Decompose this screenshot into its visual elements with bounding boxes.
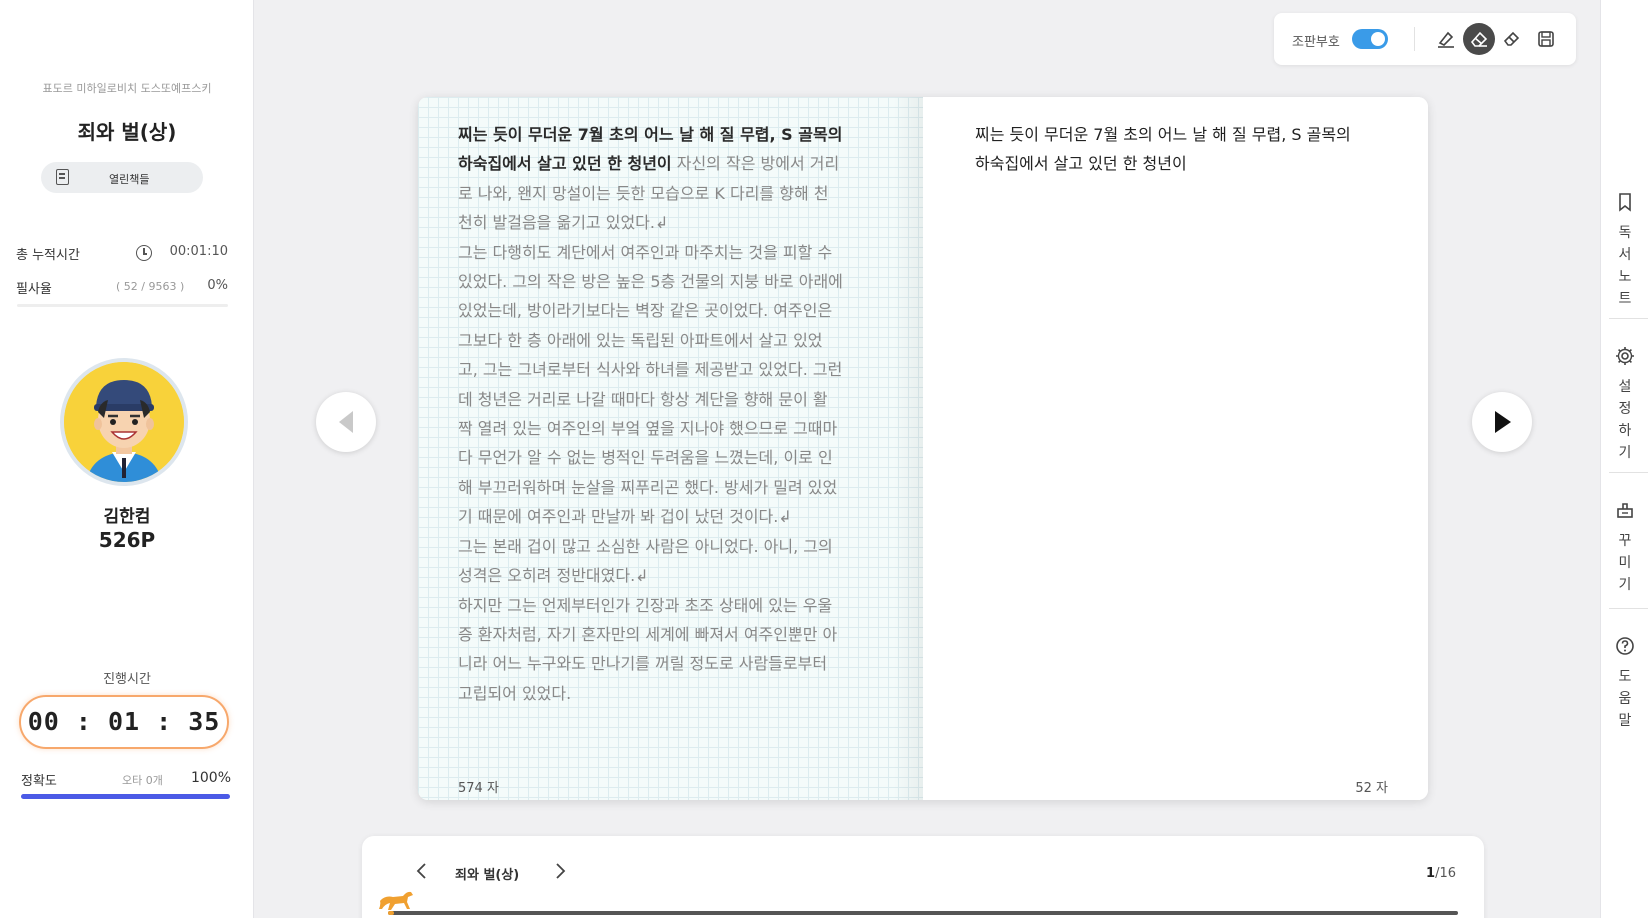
progress-track bbox=[388, 911, 1458, 915]
reference-page: 찌는 듯이 무더운 7월 초의 어느 날 해 질 무렵, S 골목의 하숙집에서… bbox=[418, 97, 923, 800]
page-indicator: 1/16 bbox=[1426, 866, 1456, 881]
right-rail: 독 서 노 트 설 정 하 기 꾸 미 기 도 움 말 bbox=[1600, 0, 1648, 918]
highlighter-icon bbox=[1438, 31, 1454, 48]
prev-page-button[interactable] bbox=[316, 392, 376, 452]
rail-item-reading-notes[interactable]: 독 서 노 트 bbox=[1601, 192, 1648, 310]
triangle-right-icon bbox=[1495, 411, 1511, 433]
transcribe-progress-bar bbox=[17, 304, 228, 307]
book-author: 표도르 미하일로비치 도스또예프스키 bbox=[42, 82, 212, 95]
book-spread: 찌는 듯이 무더운 7월 초의 어느 날 해 질 무렵, S 골목의 하숙집에서… bbox=[418, 97, 1428, 800]
help-icon bbox=[1616, 637, 1634, 655]
rail-label-settings: 설 정 하 기 bbox=[1618, 379, 1632, 461]
eraser-outline-icon bbox=[1503, 31, 1520, 46]
user-points: 526P bbox=[98, 528, 156, 552]
open-books-button[interactable]: 열린책들 bbox=[41, 162, 203, 193]
open-books-label: 열린책들 bbox=[109, 173, 150, 186]
progress-timer: 00 : 01 : 35 bbox=[19, 695, 229, 749]
decorate-icon bbox=[1617, 503, 1633, 518]
left-sidebar: 표도르 미하일로비치 도스또예프스키 죄와 벌(상) 열린책들 총 누적시간 0… bbox=[0, 0, 254, 918]
next-page-button[interactable] bbox=[1472, 392, 1532, 452]
user-name: 김한컴 bbox=[103, 507, 151, 527]
rail-item-settings[interactable]: 설 정 하 기 bbox=[1601, 346, 1648, 464]
rail-divider bbox=[1609, 608, 1648, 609]
rail-item-help[interactable]: 도 움 말 bbox=[1601, 636, 1648, 732]
rail-divider bbox=[1609, 472, 1648, 473]
chevron-left-icon[interactable] bbox=[413, 862, 431, 880]
book-title: 죄와 벌(상) bbox=[77, 120, 177, 144]
reference-char-count: 574 자 bbox=[458, 781, 499, 796]
proofmark-label: 조판부호 bbox=[1292, 35, 1340, 50]
top-toolbar: 조판부호 bbox=[1274, 13, 1576, 65]
eraser-button[interactable] bbox=[1463, 23, 1495, 55]
highlighter-button[interactable] bbox=[1430, 23, 1462, 55]
typed-char-count: 52 자 bbox=[1355, 781, 1388, 796]
total-time-label: 총 누적시간 bbox=[16, 248, 80, 263]
typed-text[interactable]: 찌는 듯이 무더운 7월 초의 어느 날 해 질 무렵, S 골목의 하숙집에서… bbox=[975, 120, 1385, 179]
accuracy-percent: 100% bbox=[190, 770, 231, 786]
horse-icon[interactable] bbox=[377, 887, 415, 913]
eraser-icon bbox=[1470, 31, 1488, 47]
reference-remaining-portion: 자신의 작은 방에서 거리 로 나와, 왠지 망설이는 듯한 모습으로 K 다리… bbox=[458, 154, 843, 703]
rail-divider bbox=[1609, 318, 1648, 319]
chapter-title: 죄와 벌(상) bbox=[455, 868, 520, 883]
chevron-right-icon[interactable] bbox=[551, 862, 569, 880]
total-time-value: 00:01:10 bbox=[169, 244, 228, 259]
gear-icon bbox=[1616, 347, 1634, 365]
total-time-row: 총 누적시간 00:01:10 bbox=[16, 244, 228, 263]
eraser-outline-button[interactable] bbox=[1496, 23, 1528, 55]
triangle-left-icon bbox=[339, 411, 353, 433]
progress-time-label: 진행시간 bbox=[103, 672, 151, 687]
accuracy-progress-bar bbox=[21, 794, 230, 799]
reference-text: 찌는 듯이 무더운 7월 초의 어느 날 해 질 무렵, S 골목의 하숙집에서… bbox=[458, 120, 868, 708]
typing-page[interactable]: 찌는 듯이 무더운 7월 초의 어느 날 해 질 무렵, S 골목의 하숙집에서… bbox=[923, 97, 1428, 800]
avatar-illustration bbox=[64, 362, 184, 482]
transcribe-ratio: ( 52 / 9563 ) bbox=[116, 280, 185, 293]
save-icon bbox=[1538, 31, 1554, 47]
page-current: 1 bbox=[1426, 866, 1436, 881]
proofmark-toggle[interactable] bbox=[1352, 29, 1388, 49]
bookmark-icon bbox=[1619, 193, 1631, 212]
bottom-progress-bar: 죄와 벌(상) 1/16 bbox=[362, 836, 1484, 918]
rail-label-decorate: 꾸 미 기 bbox=[1618, 533, 1632, 593]
avatar bbox=[60, 358, 188, 486]
page-total: /16 bbox=[1435, 866, 1456, 881]
transcribe-percent: 0% bbox=[207, 278, 228, 293]
rail-item-decorate[interactable]: 꾸 미 기 bbox=[1601, 500, 1648, 596]
clock-icon bbox=[136, 245, 152, 261]
typo-count: 오타 0개 bbox=[122, 774, 163, 787]
accuracy-label: 정확도 bbox=[21, 774, 57, 789]
book-list-icon bbox=[56, 169, 69, 185]
rail-label-reading-notes: 독 서 노 트 bbox=[1618, 225, 1632, 307]
rail-label-help: 도 움 말 bbox=[1618, 669, 1632, 729]
transcribe-row: 필사율 ( 52 / 9563 ) 0% bbox=[16, 278, 228, 297]
save-button[interactable] bbox=[1530, 23, 1562, 55]
toolbar-divider bbox=[1414, 27, 1415, 51]
accuracy-row: 정확도 오타 0개 100% bbox=[21, 770, 231, 789]
transcribe-label: 필사율 bbox=[16, 282, 52, 297]
